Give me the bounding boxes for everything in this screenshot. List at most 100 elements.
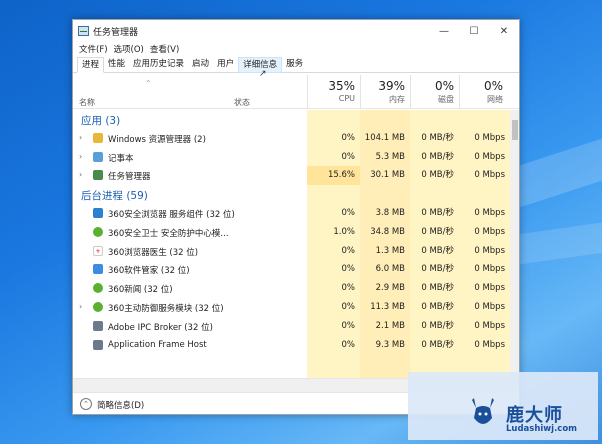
expand-chevron-icon[interactable]: › <box>79 302 82 311</box>
apps-group-label: 应用 (3) <box>81 115 121 127</box>
process-row[interactable]: 360安全卫士 安全防护中心模... 1.0% 34.8 MB 0 MB/秒 0… <box>73 223 519 242</box>
process-name: 360浏览器医生 (32 位) <box>108 247 199 258</box>
360-software-icon <box>93 264 103 275</box>
360-browser-icon <box>93 207 103 218</box>
network-total-percent: 0% <box>483 79 503 93</box>
cpu-value: 1.0% <box>333 226 355 237</box>
process-list: 应用 (3) › Windows 资源管理器 (2) 0% 104.1 MB 0… <box>73 110 519 378</box>
fewer-details-button[interactable]: 简略信息(D) <box>97 399 144 411</box>
column-disk-header[interactable]: 0% 磁盘 <box>410 75 459 109</box>
memory-value: 6.0 MB <box>375 264 405 275</box>
memory-value: 30.1 MB <box>370 170 405 181</box>
app-frame-icon <box>93 339 103 350</box>
vertical-scrollbar[interactable] <box>510 110 519 378</box>
task-manager-icon <box>93 170 103 181</box>
disk-value: 0 MB/秒 <box>421 151 454 162</box>
close-icon[interactable]: ✕ <box>489 20 519 42</box>
tab-startup[interactable]: 启动 <box>188 57 213 73</box>
tab-users[interactable]: 用户 <box>213 57 238 73</box>
memory-value: 34.8 MB <box>370 226 405 237</box>
memory-value: 5.3 MB <box>375 151 405 162</box>
network-value: 0 Mbps <box>474 245 505 256</box>
menu-options[interactable]: 选项(O) <box>114 43 144 55</box>
network-value: 0 Mbps <box>474 132 505 143</box>
process-row[interactable]: 360新闻 (32 位) 0% 2.9 MB 0 MB/秒 0 Mbps <box>73 279 519 298</box>
tab-performance[interactable]: 性能 <box>104 57 129 73</box>
network-value: 0 Mbps <box>474 264 505 275</box>
memory-value: 2.1 MB <box>375 320 405 331</box>
disk-value: 0 MB/秒 <box>421 245 454 256</box>
column-memory-header[interactable]: 39% 内存 <box>360 75 410 109</box>
process-row-task-manager[interactable]: › 任务管理器 15.6% 30.1 MB 0 MB/秒 0 Mbps <box>73 166 519 186</box>
process-row[interactable]: 360安全浏览器 服务组件 (32 位) 0% 3.8 MB 0 MB/秒 0 … <box>73 204 519 223</box>
column-name-header[interactable]: 名称 <box>79 97 95 108</box>
expand-chevron-icon[interactable]: › <box>79 133 82 142</box>
adobe-icon <box>93 320 103 331</box>
network-value: 0 Mbps <box>474 283 505 294</box>
disk-value: 0 MB/秒 <box>421 207 454 218</box>
menu-bar: 文件(F) 选项(O) 查看(V) <box>73 42 185 56</box>
sort-chevron-up-icon: ⌃ <box>145 79 152 88</box>
tab-services[interactable]: 服务 <box>282 57 307 73</box>
collapse-chevron-icon[interactable]: ⌃ <box>80 398 92 410</box>
title-bar[interactable]: 任务管理器 — ☐ ✕ <box>73 20 519 42</box>
cpu-value: 0% <box>341 339 356 350</box>
360-doctor-icon: + <box>93 245 103 256</box>
column-header: ⌃ 名称 状态 35% CPU 39% 内存 0% 磁盘 0% 网络 <box>73 75 519 109</box>
process-row[interactable]: Adobe IPC Broker (32 位) 0% 2.1 MB 0 MB/秒… <box>73 317 519 336</box>
menu-file[interactable]: 文件(F) <box>79 43 108 55</box>
network-value: 0 Mbps <box>474 151 505 162</box>
disk-total-percent: 0% <box>434 79 454 93</box>
cpu-value: 0% <box>341 207 356 218</box>
process-name: 360主动防御服务模块 (32 位) <box>108 303 224 314</box>
process-name: 记事本 <box>108 153 134 164</box>
tab-processes[interactable]: 进程 <box>77 57 105 73</box>
process-name: 360软件管家 (32 位) <box>108 266 190 277</box>
process-row[interactable]: › 360主动防御服务模块 (32 位) 0% 11.3 MB 0 MB/秒 0… <box>73 298 519 317</box>
menu-view[interactable]: 查看(V) <box>150 43 179 55</box>
expand-chevron-icon[interactable]: › <box>79 170 82 179</box>
process-row-notepad[interactable]: › 记事本 0% 5.3 MB 0 MB/秒 0 Mbps <box>73 148 519 167</box>
maximize-icon[interactable]: ☐ <box>459 20 489 42</box>
deer-logo-icon <box>472 398 494 424</box>
tab-app-history[interactable]: 应用历史记录 <box>129 57 188 73</box>
memory-value: 1.3 MB <box>375 245 405 256</box>
cpu-value: 0% <box>341 264 356 275</box>
cpu-total-percent: 35% <box>328 79 355 93</box>
memory-value: 11.3 MB <box>370 301 405 312</box>
minimize-icon[interactable]: — <box>429 20 459 42</box>
expand-chevron-icon[interactable]: › <box>79 152 82 161</box>
process-row[interactable]: Application Frame Host 0% 9.3 MB 0 MB/秒 … <box>73 336 519 355</box>
network-value: 0 Mbps <box>474 320 505 331</box>
network-header-label: 网络 <box>487 95 503 104</box>
task-manager-window: 任务管理器 — ☐ ✕ 文件(F) 选项(O) 查看(V) 进程 性能 应用历史… <box>72 19 520 415</box>
cpu-value: 0% <box>341 245 356 256</box>
cpu-value: 0% <box>341 301 356 312</box>
cpu-value: 0% <box>341 283 356 294</box>
process-row-explorer[interactable]: › Windows 资源管理器 (2) 0% 104.1 MB 0 MB/秒 0… <box>73 129 519 148</box>
column-network-header[interactable]: 0% 网络 <box>459 75 508 109</box>
memory-total-percent: 39% <box>378 79 405 93</box>
memory-value: 9.3 MB <box>375 339 405 350</box>
notepad-icon <box>93 151 103 162</box>
360-defense-icon <box>93 301 103 312</box>
memory-header-label: 内存 <box>389 95 405 104</box>
cpu-value: 15.6% <box>307 166 360 186</box>
background-group-label: 后台进程 (59) <box>81 190 148 203</box>
disk-value: 0 MB/秒 <box>421 339 454 350</box>
process-name: 360新闻 (32 位) <box>108 285 173 296</box>
group-header-background[interactable]: 后台进程 (59) <box>73 185 519 204</box>
disk-value: 0 MB/秒 <box>421 264 454 275</box>
scrollbar-thumb[interactable] <box>512 120 518 140</box>
360-news-icon <box>93 283 103 294</box>
memory-value: 104.1 MB <box>364 132 405 143</box>
memory-value: 3.8 MB <box>375 207 405 218</box>
process-row[interactable]: + 360浏览器医生 (32 位) 0% 1.3 MB 0 MB/秒 0 Mbp… <box>73 242 519 261</box>
network-value: 0 Mbps <box>474 301 505 312</box>
group-header-apps[interactable]: 应用 (3) <box>73 110 519 129</box>
cpu-value: 0% <box>341 151 356 162</box>
process-row[interactable]: 360软件管家 (32 位) 0% 6.0 MB 0 MB/秒 0 Mbps <box>73 260 519 279</box>
disk-header-label: 磁盘 <box>438 95 454 104</box>
column-cpu-header[interactable]: 35% CPU <box>307 75 360 109</box>
column-status-header[interactable]: 状态 <box>234 97 250 108</box>
